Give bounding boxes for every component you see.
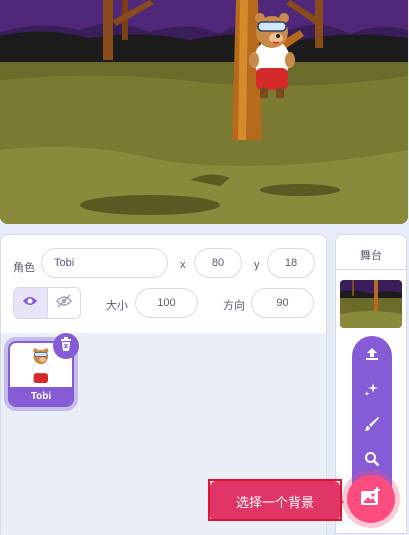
- visibility-toggle: [13, 287, 81, 319]
- paint-icon: [364, 416, 380, 437]
- size-label: 大小: [106, 300, 128, 312]
- sprite-info-area: 角色 Tobi x 80 y 18 大小 100 方向 90: [1, 235, 326, 334]
- sprite-tile-name: Tobi: [10, 387, 72, 405]
- size-value: 100: [157, 297, 176, 309]
- stage-canvas[interactable]: [0, 0, 408, 224]
- hide-sprite-button[interactable]: [48, 288, 81, 318]
- stage-title: 舞台: [360, 250, 382, 262]
- search-icon: [364, 451, 380, 472]
- trash-icon: [60, 336, 72, 356]
- delete-sprite-button[interactable]: [53, 333, 79, 359]
- upload-icon: [364, 346, 380, 367]
- stage-backdrop-image: [0, 0, 408, 224]
- tooltip-highlight-box: [208, 479, 342, 521]
- stage-divider: [336, 269, 406, 270]
- backdrop-icon: [360, 486, 382, 512]
- x-value: 80: [211, 257, 225, 269]
- direction-value: 90: [276, 297, 289, 309]
- size-input[interactable]: 100: [135, 288, 198, 318]
- y-input[interactable]: 18: [267, 248, 315, 278]
- paint-backdrop-button[interactable]: [360, 414, 384, 438]
- surprise-backdrop-button[interactable]: [360, 379, 384, 403]
- direction-label: 方向: [223, 300, 245, 312]
- sprite-name-value: Tobi: [54, 257, 75, 269]
- search-backdrop-button[interactable]: [360, 449, 384, 473]
- upload-backdrop-button[interactable]: [360, 344, 384, 368]
- direction-input[interactable]: 90: [251, 288, 314, 318]
- x-input[interactable]: 80: [194, 248, 242, 278]
- show-sprite-button[interactable]: [14, 288, 48, 318]
- sprite-name-input[interactable]: Tobi: [41, 248, 168, 278]
- eye-slash-icon: [55, 293, 72, 313]
- eye-icon: [22, 294, 38, 312]
- surprise-icon: [364, 381, 380, 402]
- choose-backdrop-button[interactable]: [347, 475, 395, 523]
- stage-thumbnail[interactable]: [340, 280, 402, 328]
- x-label: x: [180, 259, 186, 271]
- sprite-name-label: 角色: [13, 262, 35, 274]
- y-value: 18: [284, 257, 298, 269]
- y-label: y: [254, 259, 260, 271]
